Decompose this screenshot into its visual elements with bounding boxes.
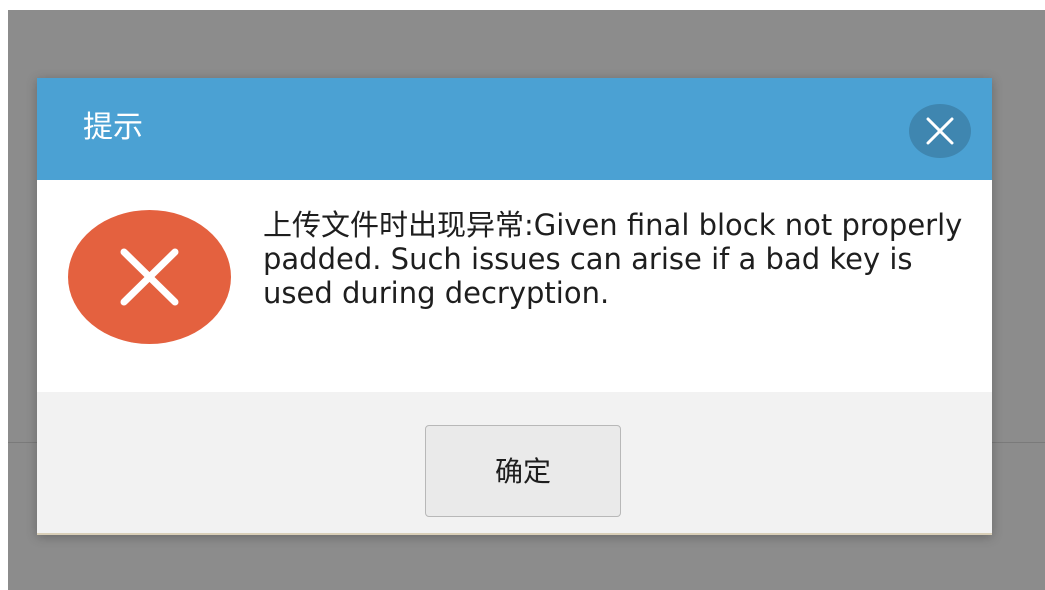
dialog-title: 提示 (83, 110, 143, 145)
error-message: 上传文件时出现异常:Given final block not properly… (263, 208, 963, 310)
alert-dialog: 提示 上传文件时出现异常:Given final block not prope… (37, 78, 992, 535)
error-icon (68, 210, 231, 344)
ok-button[interactable]: 确定 (425, 425, 621, 517)
close-button[interactable] (909, 104, 971, 158)
dialog-footer: 确定 (37, 392, 992, 533)
dialog-body: 上传文件时出现异常:Given final block not properly… (37, 180, 992, 392)
dialog-header: 提示 (37, 78, 992, 180)
close-icon (926, 117, 954, 145)
